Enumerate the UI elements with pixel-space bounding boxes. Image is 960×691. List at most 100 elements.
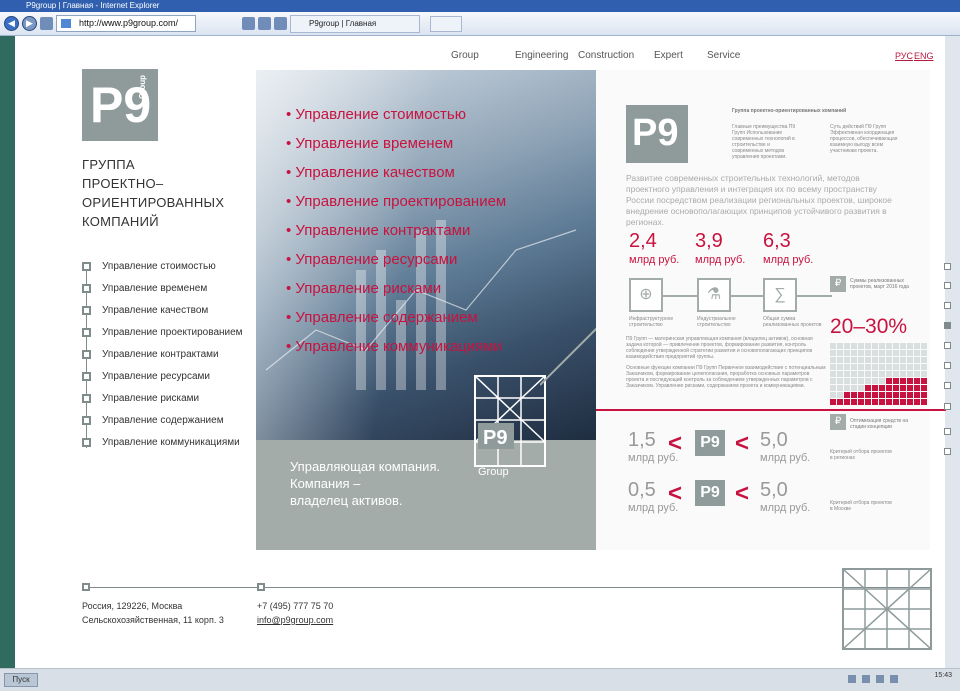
grid-cell: [900, 343, 906, 349]
slide-nav-dot[interactable]: [944, 448, 951, 455]
grid-cell: [865, 399, 871, 405]
search-icon[interactable]: [242, 17, 255, 30]
grid-cell: [844, 399, 850, 405]
grid-cell: [858, 343, 864, 349]
grid-cell: [844, 371, 850, 377]
grid-cell: [844, 392, 850, 398]
slide-nav-dot[interactable]: [944, 282, 951, 289]
development-text: Развитие современных строительных технол…: [626, 173, 892, 227]
list-item[interactable]: Управление качеством: [82, 304, 208, 318]
list-item[interactable]: Управление коммуникациями: [82, 436, 240, 450]
slide-nav-dot[interactable]: [944, 302, 951, 309]
grid-cell: [879, 399, 885, 405]
tray-icon[interactable]: [862, 675, 870, 683]
compare-right-value: 5,0: [760, 479, 788, 501]
grid-cell: [900, 399, 906, 405]
hero-bullet: • Управление проектированием: [286, 193, 507, 210]
grid-cell: [921, 357, 927, 363]
nav-item-engineering[interactable]: Engineering: [515, 50, 568, 61]
grid-cell: [858, 378, 864, 384]
lang-en-link[interactable]: ENG: [914, 51, 934, 61]
tab-active[interactable]: P9group | Главная: [290, 15, 420, 33]
grid-cell: [886, 392, 892, 398]
grid-cell: [907, 385, 913, 391]
list-item[interactable]: Управление рисками: [82, 392, 199, 406]
panel-heading: Группа проектно-ориентированных компаний: [732, 108, 847, 114]
list-item[interactable]: Управление содержанием: [82, 414, 224, 428]
back-button[interactable]: ◀: [4, 16, 19, 31]
square-icon: [82, 394, 91, 403]
grid-cell: [879, 357, 885, 363]
grid-cell: [914, 371, 920, 377]
grid-cell: [886, 378, 892, 384]
stop-icon[interactable]: [274, 17, 287, 30]
grid-cell: [914, 357, 920, 363]
lang-ru-link[interactable]: РУС: [895, 51, 913, 61]
tray-icon[interactable]: [848, 675, 856, 683]
hero-bullet: • Управление ресурсами: [286, 251, 458, 268]
nav-item-service[interactable]: Service: [707, 50, 740, 61]
grid-cell: [886, 385, 892, 391]
nav-item-construction[interactable]: Construction: [578, 50, 634, 61]
tagline-line-2: ПРОЕКТНО–: [82, 176, 164, 191]
footer-email-link[interactable]: info@p9group.com: [257, 615, 333, 625]
icon-label: Общая сумма реализованных проектов: [763, 316, 822, 328]
stat-unit: млрд руб.: [695, 254, 746, 266]
panel-body-2: Основные функции компании П9 Групп Перви…: [626, 365, 826, 389]
grid-cell: [858, 385, 864, 391]
forward-button[interactable]: ▶: [22, 16, 37, 31]
grid-cell: [844, 385, 850, 391]
list-item[interactable]: Управление ресурсами: [82, 370, 210, 384]
start-button[interactable]: Пуск: [4, 673, 38, 687]
grid-cell: [872, 350, 878, 356]
grid-cell: [872, 371, 878, 377]
slide-nav-dot[interactable]: [944, 362, 951, 369]
grid-cell: [851, 378, 857, 384]
grid-cell: [872, 357, 878, 363]
list-item[interactable]: Управление проектированием: [82, 326, 243, 340]
address-text: http://www.p9group.com/: [79, 18, 179, 28]
grid-cell: [914, 343, 920, 349]
grid-cell: [830, 350, 836, 356]
grid-cell: [830, 378, 836, 384]
grid-cell: [900, 392, 906, 398]
mini-logo: P9: [695, 480, 725, 506]
logo[interactable]: P9 Group: [82, 69, 158, 141]
panel-col-essence: Суть действий П9 Групп Эффективная коорд…: [830, 124, 898, 154]
slide-nav-dot[interactable]: [944, 382, 951, 389]
grid-cell: [865, 350, 871, 356]
tray-icon[interactable]: [890, 675, 898, 683]
new-tab-button[interactable]: [430, 16, 462, 32]
grid-cell: [851, 364, 857, 370]
slide-nav-dot[interactable]: [944, 263, 951, 270]
optimization-note: Оптимизация средств на стадии концепции: [850, 418, 908, 430]
list-item[interactable]: Управление временем: [82, 282, 207, 296]
window-title-bar: P9group | Главная - Internet Explorer: [0, 0, 960, 12]
list-item[interactable]: Управление контрактами: [82, 348, 219, 362]
compare-right-unit: млрд руб.: [760, 452, 811, 464]
icon-label: Инфраструктурное строительство: [629, 316, 674, 328]
grid-cell: [851, 371, 857, 377]
grid-cell: [921, 399, 927, 405]
hero-bullet: • Управление рисками: [286, 280, 442, 297]
refresh-icon[interactable]: [258, 17, 271, 30]
slide-nav-dot[interactable]: [944, 403, 951, 410]
browser-toolbar: ◀ ▶ http://www.p9group.com/ P9group | Гл…: [0, 12, 960, 36]
grid-cell: [858, 371, 864, 377]
square-icon: [82, 328, 91, 337]
grid-cell: [914, 399, 920, 405]
slide-nav-dot[interactable]: [944, 342, 951, 349]
nav-item-expert[interactable]: Expert: [654, 50, 683, 61]
compare-left-value: 0,5: [628, 479, 656, 501]
slide-nav-dot-active[interactable]: [944, 322, 951, 329]
grid-cell: [893, 399, 899, 405]
grid-cell: [851, 343, 857, 349]
address-bar[interactable]: http://www.p9group.com/: [56, 15, 196, 32]
grid-cell: [921, 385, 927, 391]
list-item[interactable]: Управление стоимостью: [82, 260, 216, 274]
tray-icon[interactable]: [876, 675, 884, 683]
grid-cell: [893, 378, 899, 384]
grid-cell: [851, 399, 857, 405]
nav-item-group[interactable]: Group: [451, 50, 479, 61]
slide-nav-dot[interactable]: [944, 428, 951, 435]
